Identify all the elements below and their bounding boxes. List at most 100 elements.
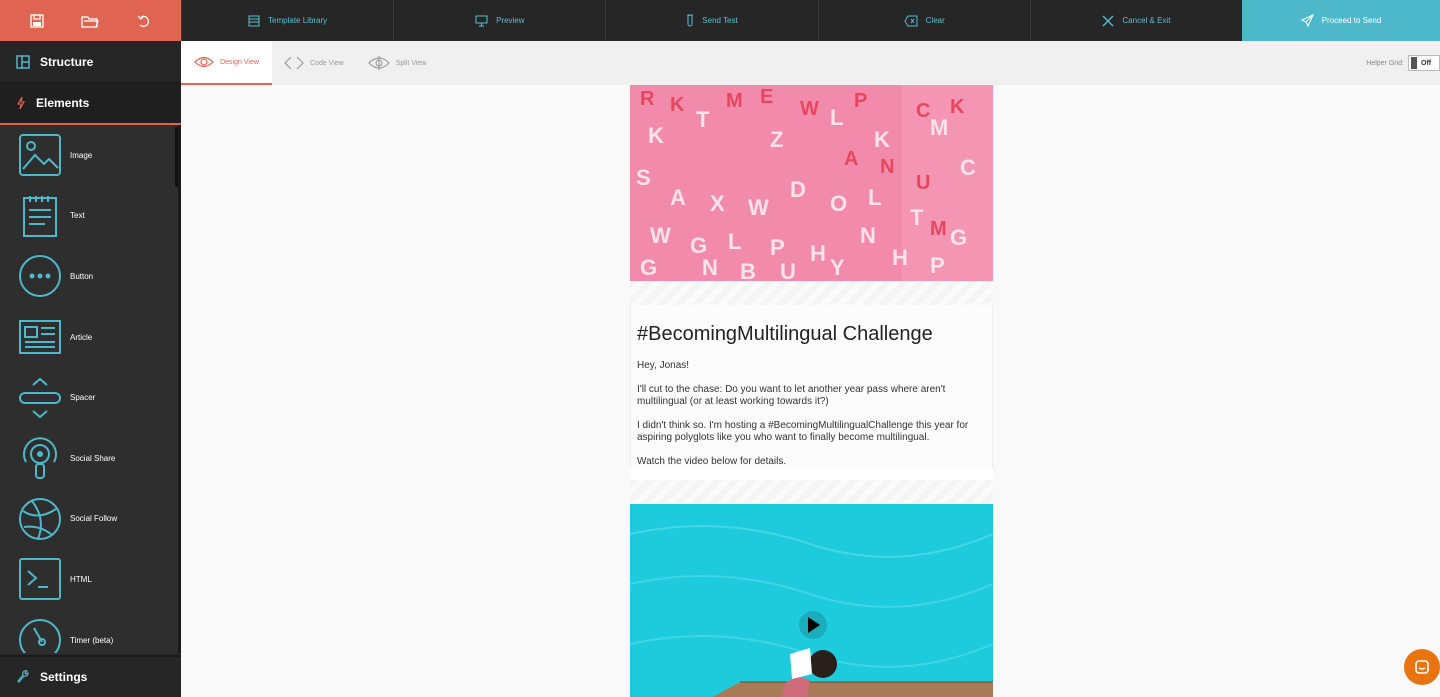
top-toolbar: Template Library Preview Send Test Clear… xyxy=(0,0,1440,41)
scrollbar-thumb[interactable] xyxy=(175,127,178,187)
split-view-label: Split View xyxy=(395,59,427,67)
helper-grid-toggle[interactable]: Off xyxy=(1408,55,1440,71)
preview-label: Preview xyxy=(496,16,525,25)
svg-text:M: M xyxy=(726,90,743,112)
svg-text:C: C xyxy=(960,155,976,180)
email-paragraph: I'll cut to the chase: Do you want to le… xyxy=(637,384,946,407)
paper-plane-icon xyxy=(1300,14,1314,27)
element-image-label: Image xyxy=(70,150,93,160)
proceed-to-send-button[interactable]: Proceed to Send xyxy=(1242,0,1440,41)
svg-text:W: W xyxy=(748,195,769,220)
element-social-follow[interactable]: Social Follow xyxy=(0,489,178,550)
button-icon xyxy=(18,254,62,298)
chat-support-button[interactable] xyxy=(1404,649,1440,685)
element-spacer[interactable]: Spacer xyxy=(0,367,178,428)
svg-text:L: L xyxy=(728,229,741,254)
svg-text:K: K xyxy=(648,123,664,148)
open-folder-icon[interactable] xyxy=(80,11,100,31)
split-view-icon xyxy=(367,56,390,70)
element-timer[interactable]: Timer (beta) xyxy=(0,610,178,653)
email-headline: #BecomingMultilingual Challenge xyxy=(637,323,933,345)
terminal-icon xyxy=(18,557,62,601)
svg-text:W: W xyxy=(650,223,671,248)
svg-text:K: K xyxy=(670,94,685,116)
code-view-tab[interactable]: Code View xyxy=(272,41,356,85)
design-view-tab[interactable]: Design View xyxy=(181,41,272,85)
svg-text:A: A xyxy=(670,185,686,210)
clear-label: Clear xyxy=(925,16,945,25)
svg-text:K: K xyxy=(950,96,965,118)
svg-text:P: P xyxy=(854,90,867,112)
settings-tab-label: Settings xyxy=(40,670,88,684)
social-share-icon xyxy=(18,436,62,480)
structure-tab[interactable]: Structure xyxy=(0,41,181,83)
eye-icon xyxy=(194,56,214,68)
wrench-icon xyxy=(17,670,29,683)
email-text-block[interactable]: #BecomingMultilingual Challenge Hey, Jon… xyxy=(630,305,993,468)
view-toolbar: Design View Code View Split View Helper … xyxy=(181,41,1440,85)
element-article[interactable]: Article xyxy=(0,307,178,368)
structure-icon xyxy=(16,54,30,69)
svg-text:B: B xyxy=(740,259,756,281)
element-button[interactable]: Button xyxy=(0,246,178,307)
svg-text:T: T xyxy=(696,107,710,132)
code-view-label: Code View xyxy=(310,59,344,67)
template-library-button[interactable]: Template Library xyxy=(181,0,393,41)
svg-text:N: N xyxy=(860,223,876,248)
proceed-to-send-label: Proceed to Send xyxy=(1321,16,1382,25)
element-text-label: Text xyxy=(70,211,85,221)
clear-button[interactable]: Clear xyxy=(817,0,1030,41)
helper-grid-label: Helper Grid: xyxy=(1366,59,1404,67)
elements-tab-label: Elements xyxy=(36,96,90,110)
svg-text:S: S xyxy=(636,165,651,190)
toggle-knob xyxy=(1411,57,1417,69)
video-thumbnail[interactable] xyxy=(630,504,993,697)
email-paragraph: Watch the video below for details. xyxy=(637,456,787,467)
send-test-button[interactable]: Send Test xyxy=(605,0,817,41)
svg-text:W: W xyxy=(800,98,819,120)
timer-icon xyxy=(18,618,62,653)
monitor-icon xyxy=(475,15,488,26)
cancel-exit-button[interactable]: Cancel & Exit xyxy=(1029,0,1242,41)
elements-tab[interactable]: Elements xyxy=(0,83,181,125)
email-preview: KTZL KMC SAXW DOLT WGLP HNHG GNBU YP RKM… xyxy=(630,85,993,697)
element-timer-label: Timer (beta) xyxy=(70,635,114,645)
element-text[interactable]: Text xyxy=(0,186,178,247)
svg-text:H: H xyxy=(810,241,826,266)
element-social-follow-label: Social Follow xyxy=(70,514,118,524)
save-icon[interactable] xyxy=(27,11,47,31)
hero-image[interactable]: KTZL KMC SAXW DOLT WGLP HNHG GNBU YP RKM… xyxy=(630,85,993,281)
svg-text:G: G xyxy=(640,255,657,280)
svg-text:C: C xyxy=(916,100,930,122)
backspace-icon xyxy=(904,15,918,26)
undo-icon[interactable] xyxy=(134,11,154,31)
svg-text:N: N xyxy=(880,156,894,178)
svg-text:P: P xyxy=(770,235,785,260)
svg-text:U: U xyxy=(916,172,930,194)
element-image[interactable]: Image xyxy=(0,125,178,186)
svg-text:Z: Z xyxy=(770,127,783,152)
elements-list: Image Text Button Article Spacer Social … xyxy=(0,125,181,653)
svg-text:E: E xyxy=(760,86,773,108)
svg-text:N: N xyxy=(702,255,718,280)
structure-tab-label: Structure xyxy=(40,54,94,69)
element-spacer-label: Spacer xyxy=(70,393,96,403)
cancel-exit-label: Cancel & Exit xyxy=(1122,16,1171,25)
preview-button[interactable]: Preview xyxy=(393,0,605,41)
svg-text:M: M xyxy=(930,218,947,240)
design-canvas: KTZL KMC SAXW DOLT WGLP HNHG GNBU YP RKM… xyxy=(181,85,1440,697)
svg-text:L: L xyxy=(830,105,843,130)
image-icon xyxy=(18,133,62,177)
settings-tab[interactable]: Settings xyxy=(0,655,181,697)
design-view-label: Design View xyxy=(220,58,259,66)
split-view-tab[interactable]: Split View xyxy=(356,41,439,85)
element-html[interactable]: HTML xyxy=(0,549,178,610)
file-actions xyxy=(0,0,181,41)
article-icon xyxy=(18,315,62,359)
svg-text:M: M xyxy=(930,115,948,140)
element-social-share[interactable]: Social Share xyxy=(0,428,178,489)
svg-text:Y: Y xyxy=(830,255,845,280)
helper-grid: Helper Grid: Off xyxy=(1366,55,1440,71)
helper-grid-state: Off xyxy=(1421,59,1432,67)
divider-stripe xyxy=(630,281,993,305)
